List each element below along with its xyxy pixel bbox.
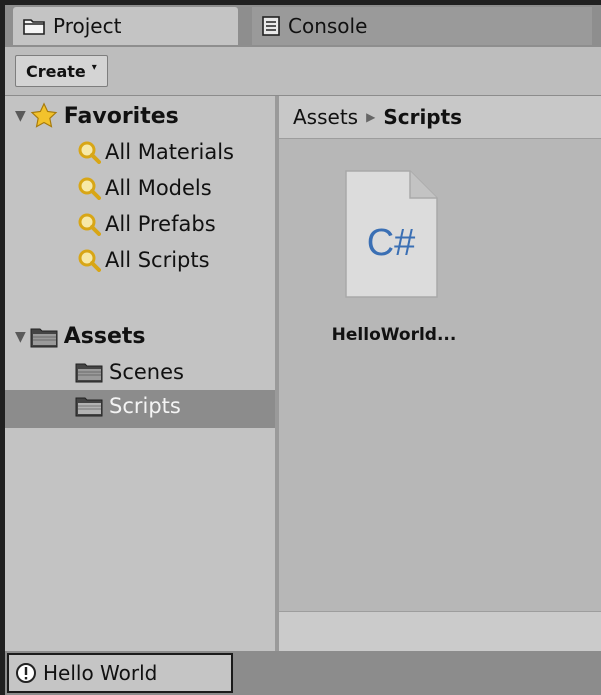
tab-project-label: Project bbox=[53, 14, 122, 38]
tree-item-scripts[interactable]: Scripts bbox=[75, 394, 181, 418]
breadcrumb-root[interactable]: Assets bbox=[293, 105, 358, 129]
tree-item-label: All Materials bbox=[105, 140, 234, 164]
expand-triangle-icon[interactable]: ▼ bbox=[15, 329, 26, 345]
tree-item-label: All Models bbox=[105, 176, 212, 200]
status-bar: Hello World bbox=[5, 651, 601, 695]
tree-item-all-models[interactable]: All Models bbox=[77, 176, 212, 200]
tree-item-all-scripts[interactable]: All Scripts bbox=[77, 248, 210, 272]
folder-icon bbox=[75, 395, 103, 417]
asset-name: HelloWorld... bbox=[331, 325, 457, 345]
tab-console-label: Console bbox=[288, 14, 368, 38]
search-icon bbox=[77, 248, 101, 272]
tree-item-favorites[interactable]: ▼ Favorites bbox=[15, 102, 179, 130]
folder-icon bbox=[23, 17, 45, 35]
folder-icon bbox=[75, 361, 103, 383]
expand-triangle-icon[interactable]: ▼ bbox=[15, 108, 26, 124]
breadcrumb: Assets ▶ Scripts bbox=[279, 96, 601, 139]
status-label: Hello World bbox=[43, 661, 158, 685]
star-icon bbox=[30, 102, 58, 130]
tree-item-label: All Scripts bbox=[105, 248, 210, 272]
tree-item-all-prefabs[interactable]: All Prefabs bbox=[77, 212, 216, 236]
breadcrumb-separator-icon: ▶ bbox=[366, 110, 376, 124]
create-button-label: Create bbox=[26, 61, 86, 81]
csharp-glyph: C# bbox=[367, 222, 416, 264]
dropdown-caret-icon: ▾ bbox=[91, 61, 97, 73]
search-icon bbox=[77, 140, 101, 164]
bottom-strip bbox=[279, 611, 601, 652]
project-window: Project Console Create ▾ ▼ Favorites All… bbox=[5, 5, 601, 695]
tree-item-label: Scripts bbox=[109, 394, 181, 418]
create-button[interactable]: Create ▾ bbox=[15, 55, 108, 87]
search-icon bbox=[77, 212, 101, 236]
tab-bar: Project Console bbox=[5, 5, 601, 47]
toolbar: Create ▾ bbox=[5, 47, 601, 96]
status-message[interactable]: Hello World bbox=[7, 653, 233, 693]
tree-item-scenes[interactable]: Scenes bbox=[75, 360, 184, 384]
tree-item-label: Scenes bbox=[109, 360, 184, 384]
tab-console[interactable]: Console bbox=[252, 7, 592, 45]
info-icon bbox=[15, 662, 37, 684]
tree-item-all-materials[interactable]: All Materials bbox=[77, 140, 234, 164]
tree-item-assets[interactable]: ▼ Assets bbox=[15, 324, 146, 349]
breadcrumb-current[interactable]: Scripts bbox=[383, 105, 462, 129]
tree-item-label: Assets bbox=[63, 324, 146, 349]
console-icon bbox=[262, 16, 280, 36]
tree-item-label: All Prefabs bbox=[105, 212, 216, 236]
folder-icon bbox=[30, 326, 58, 348]
tab-project[interactable]: Project bbox=[13, 7, 238, 45]
asset-grid: C# HelloWorld... bbox=[279, 139, 601, 611]
folder-tree: ▼ Favorites All Materials All Models All… bbox=[5, 96, 275, 651]
tree-item-label: Favorites bbox=[63, 103, 179, 129]
search-icon bbox=[77, 176, 101, 200]
csharp-script-icon[interactable]: C# bbox=[344, 169, 439, 299]
